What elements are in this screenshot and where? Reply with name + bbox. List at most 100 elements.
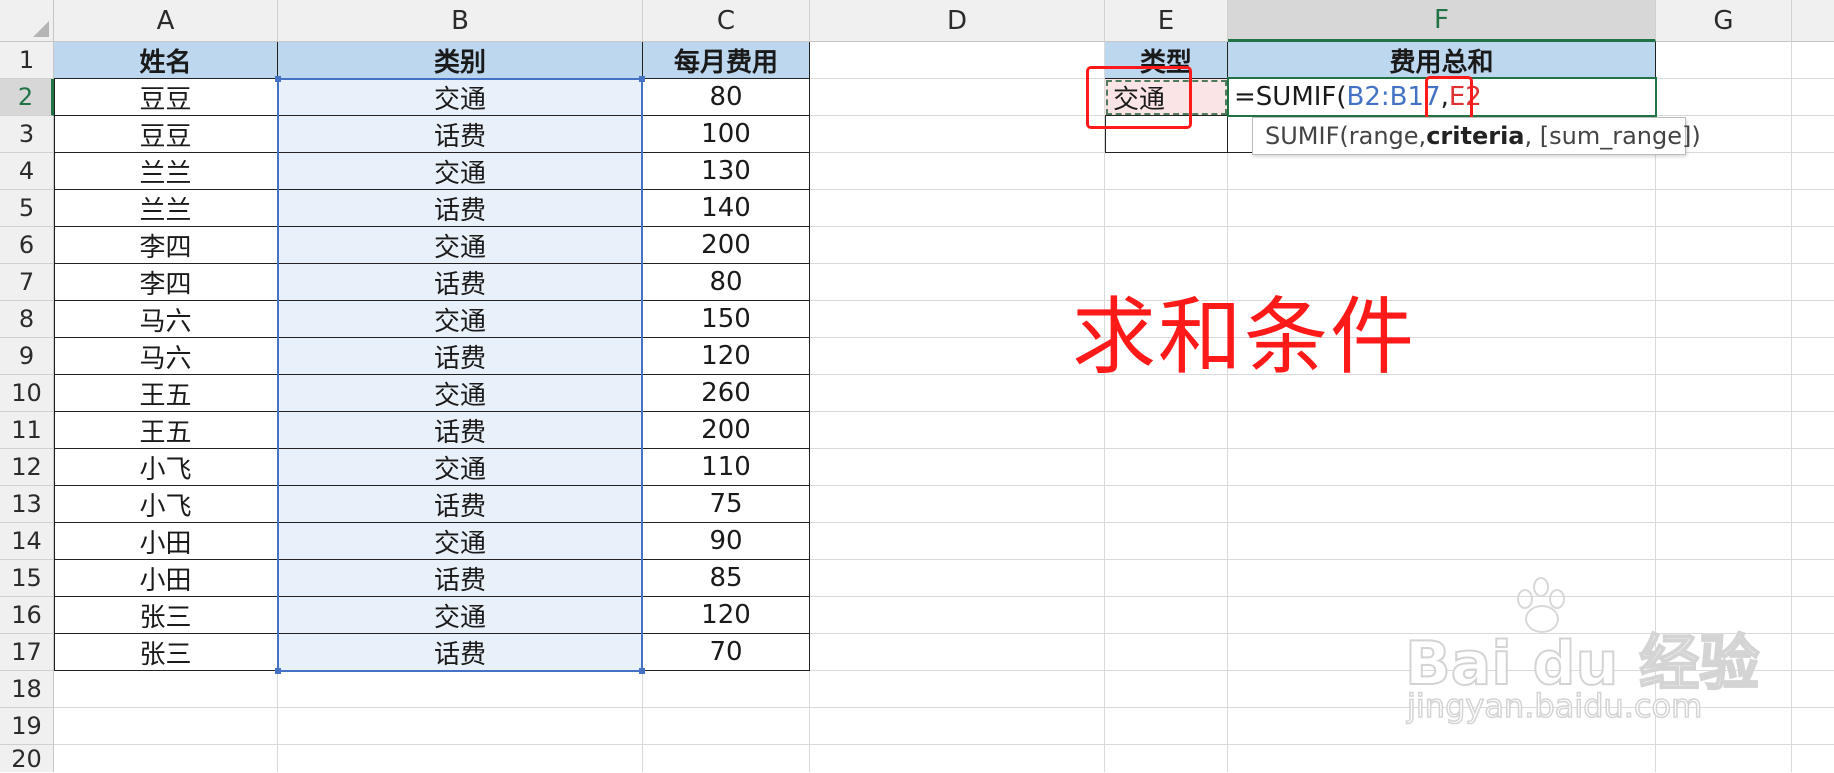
tooltip-arg-sum-range[interactable]: , [sum_range]): [1524, 122, 1700, 150]
table-cell-cost[interactable]: 80: [643, 79, 810, 116]
table-cell-category[interactable]: 交通: [278, 301, 643, 338]
formula-prefix: =SUMIF(: [1234, 82, 1347, 112]
table-cell-cost[interactable]: 70: [643, 634, 810, 671]
row-header-16[interactable]: 16: [0, 597, 54, 634]
table-cell-cost[interactable]: 150: [643, 301, 810, 338]
table-cell-cost[interactable]: 130: [643, 153, 810, 190]
row-header-8[interactable]: 8: [0, 301, 54, 338]
table-cell-category[interactable]: 话费: [278, 560, 643, 597]
column-header-a[interactable]: A: [54, 0, 278, 42]
table-cell-name[interactable]: 张三: [54, 597, 278, 634]
row-header-11[interactable]: 11: [0, 412, 54, 449]
baidu-watermark: Bai du 经验 jingyan.baidu.com: [1404, 575, 1760, 735]
row-header-15[interactable]: 15: [0, 560, 54, 597]
tooltip-arg-criteria[interactable]: criteria: [1426, 122, 1524, 150]
table-cell-cost[interactable]: 140: [643, 190, 810, 227]
table-cell-cost[interactable]: 100: [643, 116, 810, 153]
table-cell-name[interactable]: 小飞: [54, 486, 278, 523]
column-header-h-partial[interactable]: [1792, 0, 1834, 42]
row-header-12[interactable]: 12: [0, 449, 54, 486]
summary-empty-e3[interactable]: [1105, 116, 1228, 153]
table-cell-name[interactable]: 张三: [54, 634, 278, 671]
paw-icon: [1511, 575, 1571, 635]
row-header-9[interactable]: 9: [0, 338, 54, 375]
row-header-3[interactable]: 3: [0, 116, 54, 153]
row-header-19[interactable]: 19: [0, 708, 54, 745]
table-cell-name[interactable]: 兰兰: [54, 190, 278, 227]
table-cell-name[interactable]: 小田: [54, 523, 278, 560]
row-header-20[interactable]: 20: [0, 745, 54, 773]
row-header-10[interactable]: 10: [0, 375, 54, 412]
table-cell-name[interactable]: 马六: [54, 338, 278, 375]
row-header-6[interactable]: 6: [0, 227, 54, 264]
table-cell-cost[interactable]: 120: [643, 597, 810, 634]
table-cell-name[interactable]: 豆豆: [54, 116, 278, 153]
column-header-g[interactable]: G: [1656, 0, 1792, 42]
row-header-4[interactable]: 4: [0, 153, 54, 190]
table-cell-category[interactable]: 话费: [278, 264, 643, 301]
table-cell-cost[interactable]: 80: [643, 264, 810, 301]
criteria-value: 交通: [1113, 84, 1166, 115]
table-cell-name[interactable]: 李四: [54, 227, 278, 264]
table-cell-cost[interactable]: 110: [643, 449, 810, 486]
table-cell-cost[interactable]: 200: [643, 412, 810, 449]
table-cell-category[interactable]: 话费: [278, 338, 643, 375]
table-cell-category[interactable]: 交通: [278, 523, 643, 560]
watermark-url: jingyan.baidu.com: [1406, 686, 1703, 726]
table-cell-name[interactable]: 豆豆: [54, 79, 278, 116]
annotation-label: 求和条件: [1072, 288, 1417, 386]
column-header-b[interactable]: B: [278, 0, 643, 42]
row-header-2[interactable]: 2: [0, 79, 54, 116]
header-cell-monthly-cost[interactable]: 每月费用: [643, 42, 810, 79]
spreadsheet-grid: A B C D E F G 1 2 3 4 5 6 7 8 9 10 11 12…: [0, 0, 1834, 773]
row-header-17[interactable]: 17: [0, 634, 54, 671]
header-cell-name[interactable]: 姓名: [54, 42, 278, 79]
table-cell-cost[interactable]: 260: [643, 375, 810, 412]
row-header-18[interactable]: 18: [0, 671, 54, 708]
header-cell-cost-total[interactable]: 费用总和: [1228, 42, 1656, 79]
table-cell-name[interactable]: 王五: [54, 412, 278, 449]
table-cell-cost[interactable]: 200: [643, 227, 810, 264]
table-cell-category[interactable]: 话费: [278, 116, 643, 153]
column-header-c[interactable]: C: [643, 0, 810, 42]
table-cell-name[interactable]: 小田: [54, 560, 278, 597]
function-tooltip[interactable]: SUMIF(range, criteria, [sum_range]): [1252, 117, 1701, 155]
column-header-f[interactable]: F: [1228, 0, 1656, 42]
table-cell-category[interactable]: 交通: [278, 227, 643, 264]
table-cell-name[interactable]: 兰兰: [54, 153, 278, 190]
row-header-7[interactable]: 7: [0, 264, 54, 301]
formula-separator: ,: [1440, 82, 1449, 112]
table-cell-cost[interactable]: 75: [643, 486, 810, 523]
tooltip-arg-range[interactable]: range,: [1349, 122, 1426, 150]
row-header-5[interactable]: 5: [0, 190, 54, 227]
table-cell-category[interactable]: 交通: [278, 449, 643, 486]
row-header-1[interactable]: 1: [0, 42, 54, 79]
table-cell-category[interactable]: 交通: [278, 375, 643, 412]
table-cell-category[interactable]: 交通: [278, 79, 643, 116]
table-cell-name[interactable]: 王五: [54, 375, 278, 412]
table-cell-cost[interactable]: 120: [643, 338, 810, 375]
tooltip-func: SUMIF(: [1265, 122, 1349, 150]
criteria-cell[interactable]: 交通: [1105, 79, 1228, 116]
select-all-corner[interactable]: [0, 0, 54, 42]
table-cell-name[interactable]: 小飞: [54, 449, 278, 486]
formula-range-ref: B2:B17: [1346, 82, 1441, 112]
table-cell-cost[interactable]: 90: [643, 523, 810, 560]
table-cell-category[interactable]: 话费: [278, 486, 643, 523]
table-cell-category[interactable]: 话费: [278, 190, 643, 227]
table-cell-cost[interactable]: 85: [643, 560, 810, 597]
table-cell-category[interactable]: 话费: [278, 634, 643, 671]
header-cell-type[interactable]: 类型: [1105, 42, 1228, 79]
column-header-e[interactable]: E: [1105, 0, 1228, 42]
row-header-14[interactable]: 14: [0, 523, 54, 560]
watermark-logo-text: Bai du 经验: [1404, 628, 1760, 700]
table-cell-category[interactable]: 话费: [278, 412, 643, 449]
row-header-13[interactable]: 13: [0, 486, 54, 523]
header-cell-category[interactable]: 类别: [278, 42, 643, 79]
table-cell-name[interactable]: 马六: [54, 301, 278, 338]
table-cell-category[interactable]: 交通: [278, 153, 643, 190]
table-cell-name[interactable]: 李四: [54, 264, 278, 301]
active-formula-cell[interactable]: =SUMIF(B2:B17, E2: [1228, 79, 1656, 116]
table-cell-category[interactable]: 交通: [278, 597, 643, 634]
column-header-d[interactable]: D: [810, 0, 1105, 42]
